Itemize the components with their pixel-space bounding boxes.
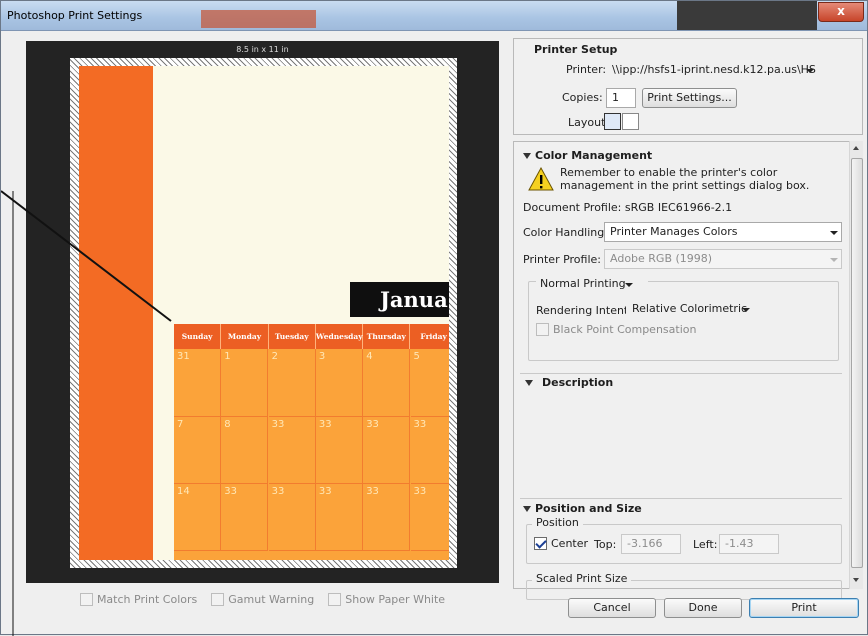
calendar-cell: 3 xyxy=(315,349,363,417)
warning-icon xyxy=(528,167,554,191)
settings-scrollbar[interactable] xyxy=(849,141,863,589)
close-button[interactable]: x xyxy=(818,2,864,22)
paper-area: Janua Sunday Monday Tuesday Wednesday Th… xyxy=(70,58,457,568)
position-size-heading: Position and Size xyxy=(535,502,642,515)
done-button[interactable]: Done xyxy=(664,598,742,618)
left-label: Left: xyxy=(693,538,718,551)
center-checkbox[interactable]: Center xyxy=(534,537,588,550)
scroll-down-icon[interactable] xyxy=(853,578,859,582)
top-input[interactable]: -3.166 xyxy=(621,534,681,554)
calendar-cell: 8 xyxy=(221,417,269,484)
expand-triangle-icon[interactable] xyxy=(523,153,531,159)
chevron-down-icon xyxy=(830,258,838,262)
show-paper-white-checkbox[interactable]: Show Paper White xyxy=(328,590,445,608)
print-button[interactable]: Print xyxy=(749,598,859,618)
black-point-checkbox[interactable]: Black Point Compensation xyxy=(536,323,696,336)
calendar-cell: 33 xyxy=(268,484,316,551)
divider xyxy=(520,498,842,499)
calendar-header: Sunday Monday Tuesday Wednesday Thursday… xyxy=(174,324,449,349)
preview-options: Match Print Colors Gamut Warning Show Pa… xyxy=(26,590,499,608)
settings-scroll-panel: Color Management Remember to enable the … xyxy=(513,141,849,600)
printable-page[interactable]: Janua Sunday Monday Tuesday Wednesday Th… xyxy=(79,66,449,560)
layout-label: Layout: xyxy=(568,116,610,129)
printer-label: Printer: xyxy=(566,63,607,76)
day-name: Thursday xyxy=(363,324,411,349)
calendar-cell: 33 xyxy=(363,417,411,484)
scaled-size-legend: Scaled Print Size xyxy=(532,572,632,585)
warning-text-line-1: Remember to enable the printer's color xyxy=(560,166,778,179)
chevron-down-icon xyxy=(806,69,814,73)
calendar-cell: 33 xyxy=(221,484,269,551)
calendar-cell: 31 xyxy=(174,349,221,417)
redacted-area xyxy=(201,10,316,28)
expand-triangle-icon[interactable] xyxy=(525,380,533,386)
printer-setup-panel: Printer Setup Printer: \\ipp://hsfs1-ipr… xyxy=(513,38,863,135)
scroll-up-icon[interactable] xyxy=(853,146,859,150)
day-name: Friday xyxy=(410,324,449,349)
color-handling-label: Color Handling: xyxy=(523,226,608,239)
calendar-cell: 33 xyxy=(410,417,449,484)
divider xyxy=(520,373,842,374)
calendar-cell: 7 xyxy=(174,417,221,484)
day-name: Tuesday xyxy=(269,324,316,349)
scrollbar-thumb[interactable] xyxy=(851,158,863,568)
copies-input[interactable]: 1 xyxy=(606,88,636,108)
calendar-cell: 33 xyxy=(315,484,363,551)
copies-label: Copies: xyxy=(562,91,603,104)
print-settings-dialog: Photoshop Print Settings x 8.5 in x 11 i… xyxy=(0,0,868,636)
calendar-cell: 14 xyxy=(174,484,221,551)
left-input[interactable]: -1.43 xyxy=(719,534,779,554)
month-title: Janua xyxy=(350,282,449,317)
calendar-cell: 33 xyxy=(315,417,363,484)
printer-profile-label: Printer Profile: xyxy=(523,253,601,266)
calendar-cell: 33 xyxy=(268,417,316,484)
landscape-icon[interactable] xyxy=(622,113,639,130)
printer-profile-select[interactable]: Adobe RGB (1998) xyxy=(604,249,842,269)
calendar-cell: 33 xyxy=(410,484,449,551)
document-profile: Document Profile: sRGB IEC61966-2.1 xyxy=(523,201,733,214)
chevron-down-icon xyxy=(625,283,633,287)
day-name: Sunday xyxy=(174,324,222,349)
paper-size-label: 8.5 in x 11 in xyxy=(236,45,289,54)
rendering-intent-label: Rendering Intent: xyxy=(536,304,632,317)
calendar-grid: Sunday Monday Tuesday Wednesday Thursday… xyxy=(174,324,449,560)
window-title: Photoshop Print Settings xyxy=(7,9,143,22)
background-window xyxy=(677,1,817,30)
day-name: Wednesday xyxy=(316,324,364,349)
top-label: Top: xyxy=(594,538,617,551)
color-management-heading: Color Management xyxy=(535,149,653,162)
chevron-down-icon xyxy=(742,308,750,312)
print-settings-button[interactable]: Print Settings... xyxy=(642,88,737,108)
gamut-warning-checkbox[interactable]: Gamut Warning xyxy=(211,590,314,608)
title-bar[interactable]: Photoshop Print Settings x xyxy=(1,1,867,31)
cancel-button[interactable]: Cancel xyxy=(568,598,656,618)
warning-text-line-2: management in the print settings dialog … xyxy=(560,179,810,192)
portrait-icon[interactable] xyxy=(604,113,621,130)
printer-setup-heading: Printer Setup xyxy=(534,43,618,56)
calendar-cell: 4 xyxy=(363,349,411,417)
calendar-cell: 2 xyxy=(268,349,316,417)
print-preview[interactable]: 8.5 in x 11 in Janua Sunday Monday Tuesd… xyxy=(26,41,499,583)
calendar-cell: 1 xyxy=(221,349,269,417)
orange-side-bar xyxy=(79,66,153,560)
match-print-colors-checkbox[interactable]: Match Print Colors xyxy=(79,590,197,608)
color-handling-select[interactable]: Printer Manages Colors xyxy=(604,222,842,242)
chevron-down-icon xyxy=(830,231,838,235)
position-legend: Position xyxy=(532,516,583,529)
expand-triangle-icon[interactable] xyxy=(523,506,531,512)
description-heading: Description xyxy=(542,376,614,389)
printer-select[interactable]: \\ipp://hsfs1-iprint.nesd.k12.pa.us\HS..… xyxy=(606,60,818,80)
calendar-cell: 33 xyxy=(363,484,411,551)
day-name: Monday xyxy=(221,324,269,349)
calendar-cell: 5 xyxy=(410,349,449,417)
